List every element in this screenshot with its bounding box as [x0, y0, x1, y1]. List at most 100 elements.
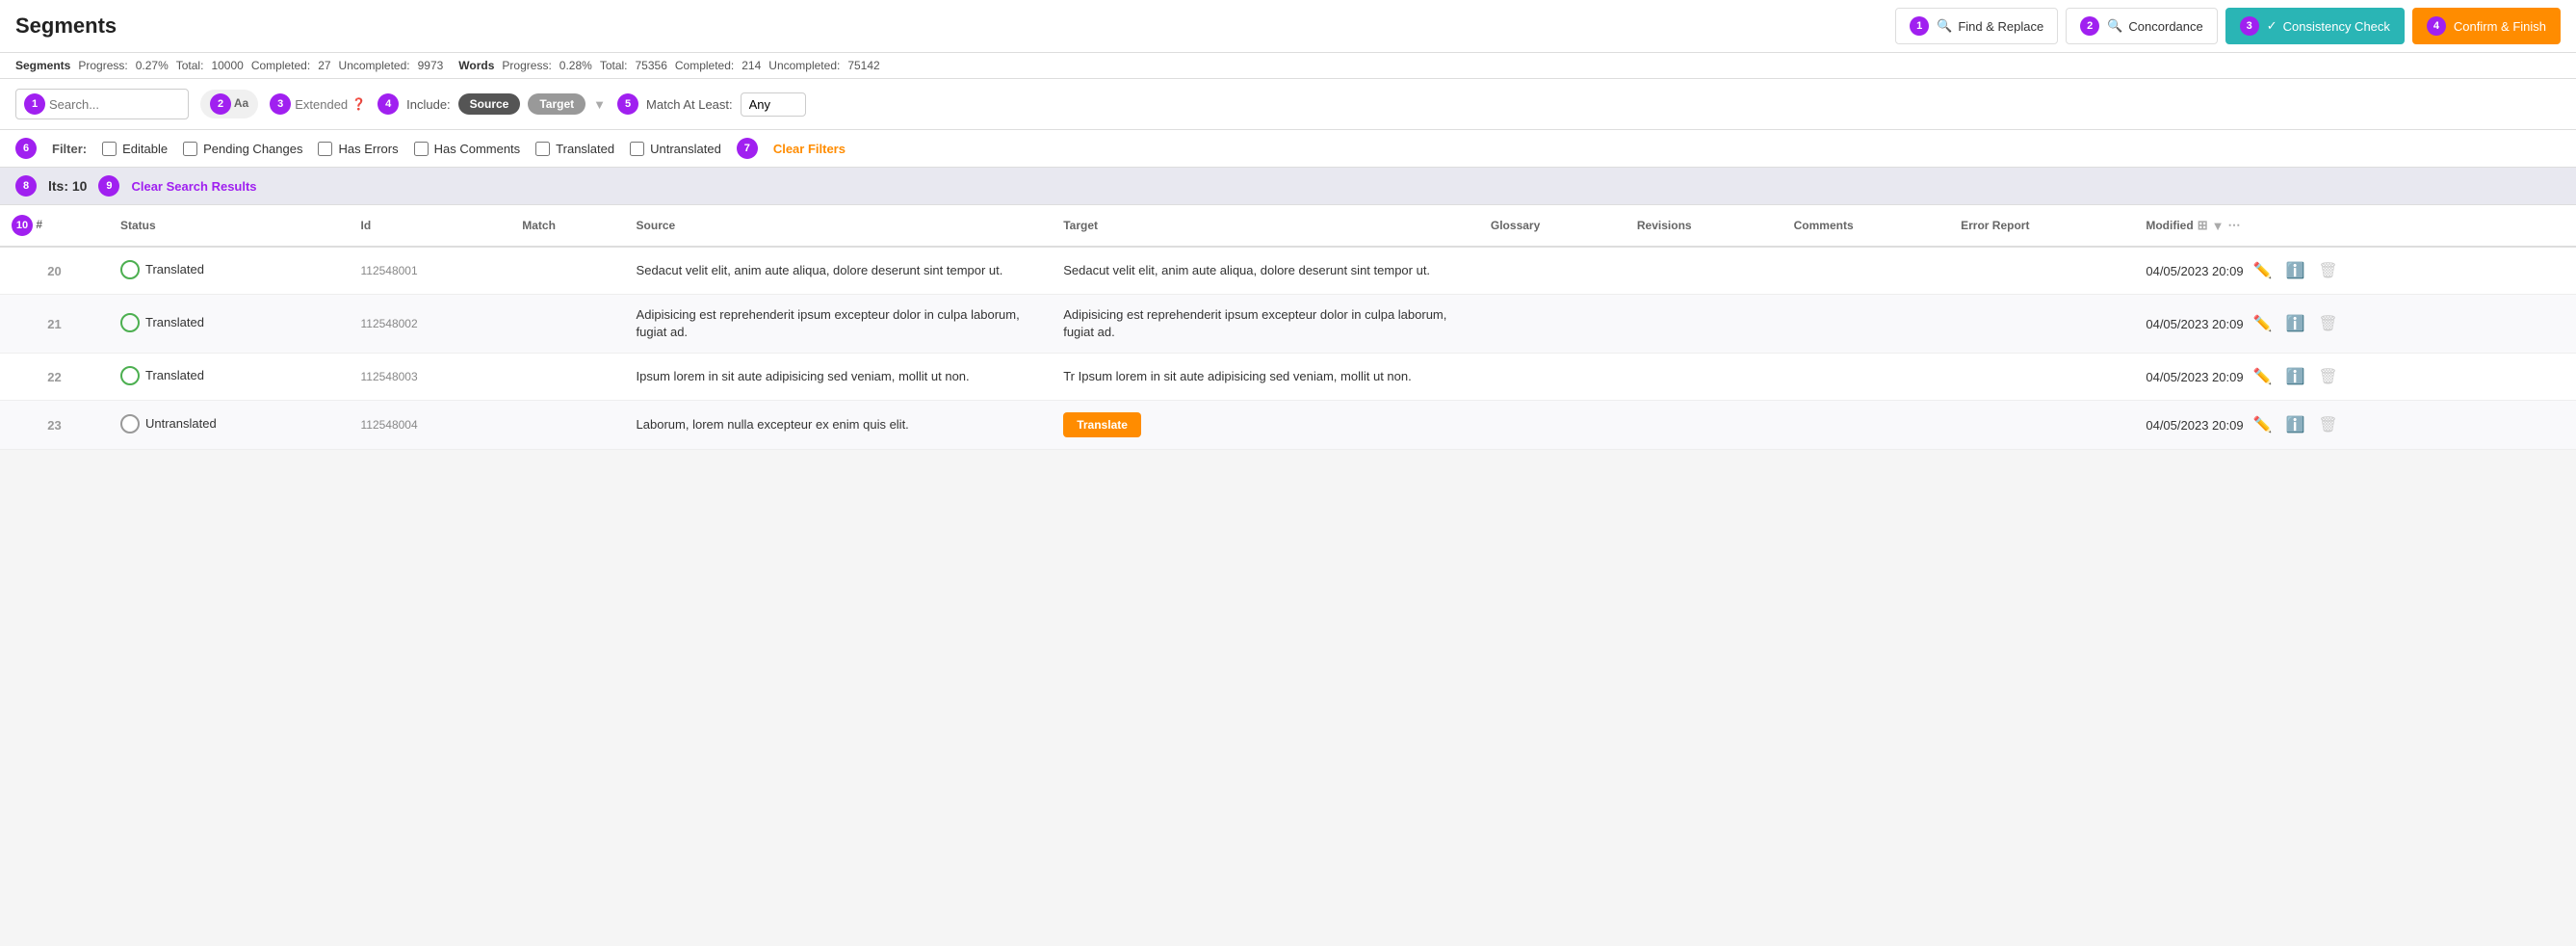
info-icon[interactable]: ℹ️	[2282, 312, 2309, 335]
col-dropdown-icon[interactable]: ▼	[2212, 219, 2225, 233]
words-stats: Words Progress: 0.28% Total: 75356 Compl…	[458, 59, 879, 72]
delete-icon[interactable]: 🗑	[2314, 413, 2341, 436]
info-icon[interactable]: ℹ️	[2282, 413, 2309, 436]
filter-has-comments-checkbox[interactable]	[414, 142, 429, 156]
filter-has-errors[interactable]: Has Errors	[318, 142, 398, 156]
row-target: Translate	[1052, 401, 1479, 450]
col-header-glossary: Glossary	[1479, 205, 1626, 247]
edit-icon[interactable]: ✏️	[2250, 413, 2277, 436]
filter-untranslated-checkbox[interactable]	[630, 142, 644, 156]
row-id: 112548001	[349, 247, 510, 295]
row-match	[510, 354, 624, 401]
row-status: Translated	[109, 247, 350, 295]
consistency-check-button[interactable]: 3 ✓ Consistency Check	[2225, 8, 2405, 44]
find-replace-button[interactable]: 1 🔍 Find & Replace	[1895, 8, 2058, 44]
row-match	[510, 247, 624, 295]
row-target: Sedacut velit elit, anim aute aliqua, do…	[1052, 247, 1479, 295]
include-dropdown-icon[interactable]: ▼	[593, 97, 606, 112]
delete-icon[interactable]: 🗑	[2314, 259, 2341, 282]
col-header-modified: Modified ⊞ ▼ ⋯	[2134, 205, 2576, 247]
filter-untranslated-label: Untranslated	[650, 142, 721, 156]
top-header: Segments 1 🔍 Find & Replace 2 🔍 Concorda…	[0, 0, 2576, 53]
edit-icon[interactable]: ✏️	[2250, 312, 2277, 335]
info-icon[interactable]: ℹ️	[2282, 365, 2309, 388]
case-sensitive-button[interactable]: 2 Aa	[200, 90, 258, 118]
table-row: 20 Translated 112548001 Sedacut velit el…	[0, 247, 2576, 295]
match-select[interactable]: Any 50% 75% 100%	[741, 92, 806, 117]
search-input-wrapper: 1	[15, 89, 189, 119]
filter-untranslated[interactable]: Untranslated	[630, 142, 721, 156]
filter-pending-changes-checkbox[interactable]	[183, 142, 197, 156]
status-label: Translated	[145, 262, 204, 276]
row-number: 22	[0, 354, 109, 401]
source-toggle[interactable]: Source	[458, 93, 521, 115]
clear-search-results-button[interactable]: Clear Search Results	[131, 179, 256, 194]
delete-icon[interactable]: 🗑	[2314, 312, 2341, 335]
row-comments	[1782, 354, 1949, 401]
info-icon[interactable]: ℹ️	[2282, 259, 2309, 282]
row-modified: 04/05/2023 20:09 ✏️ ℹ️ 🗑	[2134, 401, 2576, 450]
row-source: Ipsum lorem in sit aute adipisicing sed …	[625, 354, 1053, 401]
concordance-button[interactable]: 2 🔍 Concordance	[2066, 8, 2218, 44]
status-circle-untranslated	[120, 414, 140, 434]
extended-wrapper: 3 Extended ❓	[270, 93, 366, 115]
row-id: 112548002	[349, 295, 510, 354]
clear-filters-button[interactable]: Clear Filters	[773, 142, 846, 156]
consistency-check-label: Consistency Check	[2283, 19, 2390, 34]
delete-icon[interactable]: 🗑	[2314, 365, 2341, 388]
concordance-icon: 🔍	[2107, 18, 2122, 34]
col-view-icon[interactable]: ⊞	[2198, 218, 2208, 233]
edit-icon[interactable]: ✏️	[2250, 259, 2277, 282]
status-label: Translated	[145, 368, 204, 382]
words-progress-value: 0.28%	[559, 59, 592, 72]
search-input[interactable]	[49, 97, 165, 112]
translate-button[interactable]: Translate	[1063, 412, 1141, 437]
edit-icon[interactable]: ✏️	[2250, 365, 2277, 388]
clear-filters-badge: 7	[737, 138, 758, 159]
row-source: Sedacut velit elit, anim aute aliqua, do…	[625, 247, 1053, 295]
status-label: Translated	[145, 315, 204, 329]
segments-total-label: Total:	[176, 59, 204, 72]
segments-progress-value: 0.27%	[136, 59, 169, 72]
row-error-report	[1949, 247, 2134, 295]
header-actions: 1 🔍 Find & Replace 2 🔍 Concordance 3 ✓ C…	[1895, 8, 2561, 44]
include-label: Include:	[406, 97, 451, 112]
search-badge: 1	[24, 93, 45, 115]
filter-pending-changes[interactable]: Pending Changes	[183, 142, 302, 156]
col-header-target: Target	[1052, 205, 1479, 247]
table-row: 21 Translated 112548002 Adipisicing est …	[0, 295, 2576, 354]
match-badge: 5	[617, 93, 638, 115]
confirm-finish-button[interactable]: 4 Confirm & Finish	[2412, 8, 2561, 44]
filter-translated[interactable]: Translated	[535, 142, 614, 156]
filter-has-comments[interactable]: Has Comments	[414, 142, 521, 156]
col-more-icon[interactable]: ⋯	[2227, 218, 2240, 233]
row-status: Translated	[109, 354, 350, 401]
segments-label: Segments	[15, 59, 70, 72]
results-count: lts: 10	[48, 178, 87, 194]
filter-has-errors-checkbox[interactable]	[318, 142, 332, 156]
filter-translated-checkbox[interactable]	[535, 142, 550, 156]
stats-bar: Segments Progress: 0.27% Total: 10000 Co…	[0, 53, 2576, 79]
extended-label: Extended	[295, 97, 348, 112]
find-replace-badge: 1	[1910, 16, 1929, 36]
row-revisions	[1626, 295, 1782, 354]
col-header-number: 10 #	[0, 205, 109, 247]
segments-table-container: 10 # Status Id Match Source Target Gloss…	[0, 205, 2576, 450]
confirm-finish-badge: 4	[2427, 16, 2446, 36]
row-target: Adipisicing est reprehenderit ipsum exce…	[1052, 295, 1479, 354]
results-bar: 8 lts: 10 9 Clear Search Results	[0, 168, 2576, 205]
segments-uncompleted-label: Uncompleted:	[339, 59, 410, 72]
target-toggle[interactable]: Target	[528, 93, 585, 115]
filter-editable-checkbox[interactable]	[102, 142, 117, 156]
extended-badge: 3	[270, 93, 291, 115]
filter-has-comments-label: Has Comments	[434, 142, 521, 156]
col-badge: 10	[12, 215, 33, 236]
match-wrapper: 5 Match At Least: Any 50% 75% 100%	[617, 92, 806, 117]
match-label: Match At Least:	[646, 97, 733, 112]
table-row: 22 Translated 112548003 Ipsum lorem in s…	[0, 354, 2576, 401]
filter-editable[interactable]: Editable	[102, 142, 168, 156]
segments-completed-value: 27	[318, 59, 330, 72]
col-hash: #	[36, 218, 42, 231]
row-match	[510, 295, 624, 354]
concordance-badge: 2	[2080, 16, 2099, 36]
